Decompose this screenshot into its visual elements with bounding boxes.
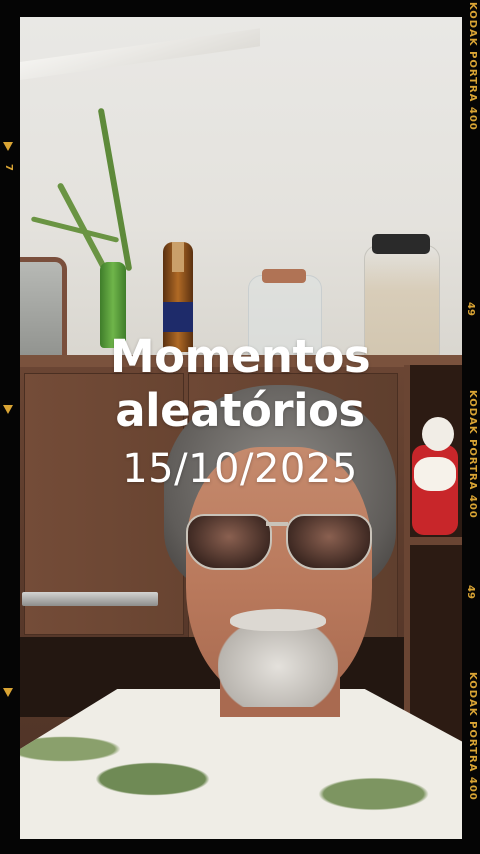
- rice-jar-lid: [372, 234, 430, 254]
- film-arrow-marker: [3, 142, 13, 151]
- film-frame-number: 49: [465, 585, 476, 599]
- beer-bottle-neck: [172, 242, 184, 272]
- mustache: [230, 609, 326, 631]
- caption-title: Momentos aleatórios: [109, 330, 371, 437]
- beer-bottle-label: [163, 302, 193, 332]
- film-left-number: 7: [3, 164, 14, 171]
- cabinet-handle: [22, 592, 158, 606]
- sunglasses-lens-right: [286, 514, 372, 570]
- glass-jar-lid: [262, 269, 306, 283]
- film-arrow-marker: [3, 688, 13, 697]
- film-brand-text: KODAK PORTRA 400: [467, 2, 478, 131]
- film-frame-number: 49: [465, 302, 476, 316]
- film-frame: KODAK PORTRA 400 49 KODAK PORTRA 400 49 …: [0, 0, 480, 854]
- shelf-board: [404, 537, 462, 545]
- sunglasses: [186, 510, 372, 572]
- sunglasses-lens-left: [186, 514, 272, 570]
- caption-overlay: Momentos aleatórios 15/10/2025: [0, 330, 480, 494]
- sunglasses-bridge: [266, 522, 288, 526]
- film-brand-text: KODAK PORTRA 400: [467, 672, 478, 801]
- caption-date: 15/10/2025: [122, 446, 358, 492]
